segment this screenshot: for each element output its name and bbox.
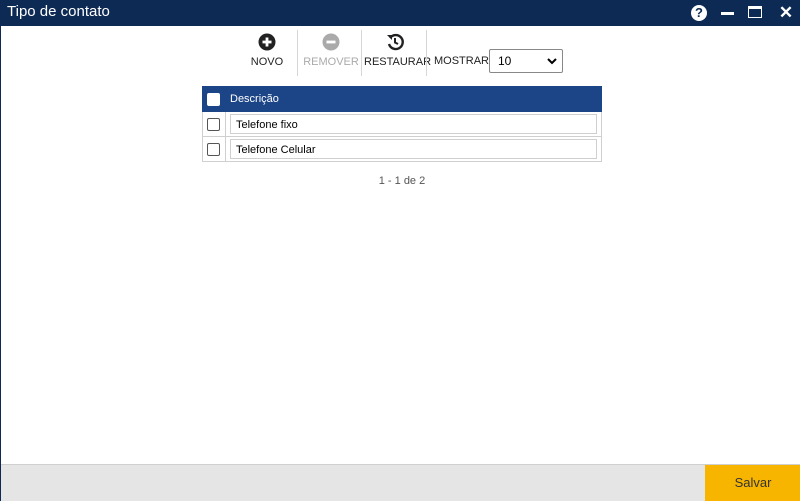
contact-type-grid: Descrição Telefone fixo Telefone Celular [202,86,602,162]
description-cell[interactable]: Telefone fixo [230,114,597,134]
title-bar: Tipo de contato ? ✕ [1,0,800,26]
page-size-select[interactable]: 10 [489,49,563,73]
show-label: MOSTRAR: [434,55,493,67]
description-cell[interactable]: Telefone Celular [230,139,597,159]
grid-header: Descrição [202,86,602,112]
close-icon[interactable]: ✕ [777,4,795,22]
window-title: Tipo de contato [7,3,110,20]
column-header-description: Descrição [230,93,279,105]
table-row: Telefone Celular [202,137,602,162]
row-checkbox[interactable] [207,143,220,156]
toolbar-divider [361,30,362,76]
restore-button[interactable]: RESTAURAR [364,30,432,76]
remove-label: REMOVER [303,56,359,68]
save-button[interactable]: Salvar [705,465,800,501]
footer-bar [1,464,800,501]
restore-label: RESTAURAR [364,56,432,68]
table-row: Telefone fixo [202,112,602,137]
minus-circle-icon [322,33,340,51]
new-label: NOVO [250,56,284,68]
help-glyph: ? [691,5,707,21]
row-checkbox[interactable] [207,118,220,131]
new-button[interactable]: NOVO [239,30,295,76]
toolbar: NOVO REMOVER RESTAURAR MOSTRAR: [1,30,800,76]
maximize-icon[interactable] [747,4,765,22]
plus-circle-icon [258,33,276,51]
minimize-icon[interactable] [719,4,737,22]
dialog-window: Tipo de contato ? ✕ NOVO REMOVER RESTAUR… [0,0,800,501]
chevron-down-icon [547,54,557,71]
remove-button[interactable]: REMOVER [302,30,360,76]
toolbar-divider [297,30,298,76]
select-all-checkbox[interactable] [207,93,220,106]
toolbar-divider [426,30,427,76]
help-icon[interactable]: ? [690,4,708,22]
history-icon [387,33,404,51]
pagination-text: 1 - 1 de 2 [378,175,426,187]
page-size-value: 10 [498,54,512,68]
